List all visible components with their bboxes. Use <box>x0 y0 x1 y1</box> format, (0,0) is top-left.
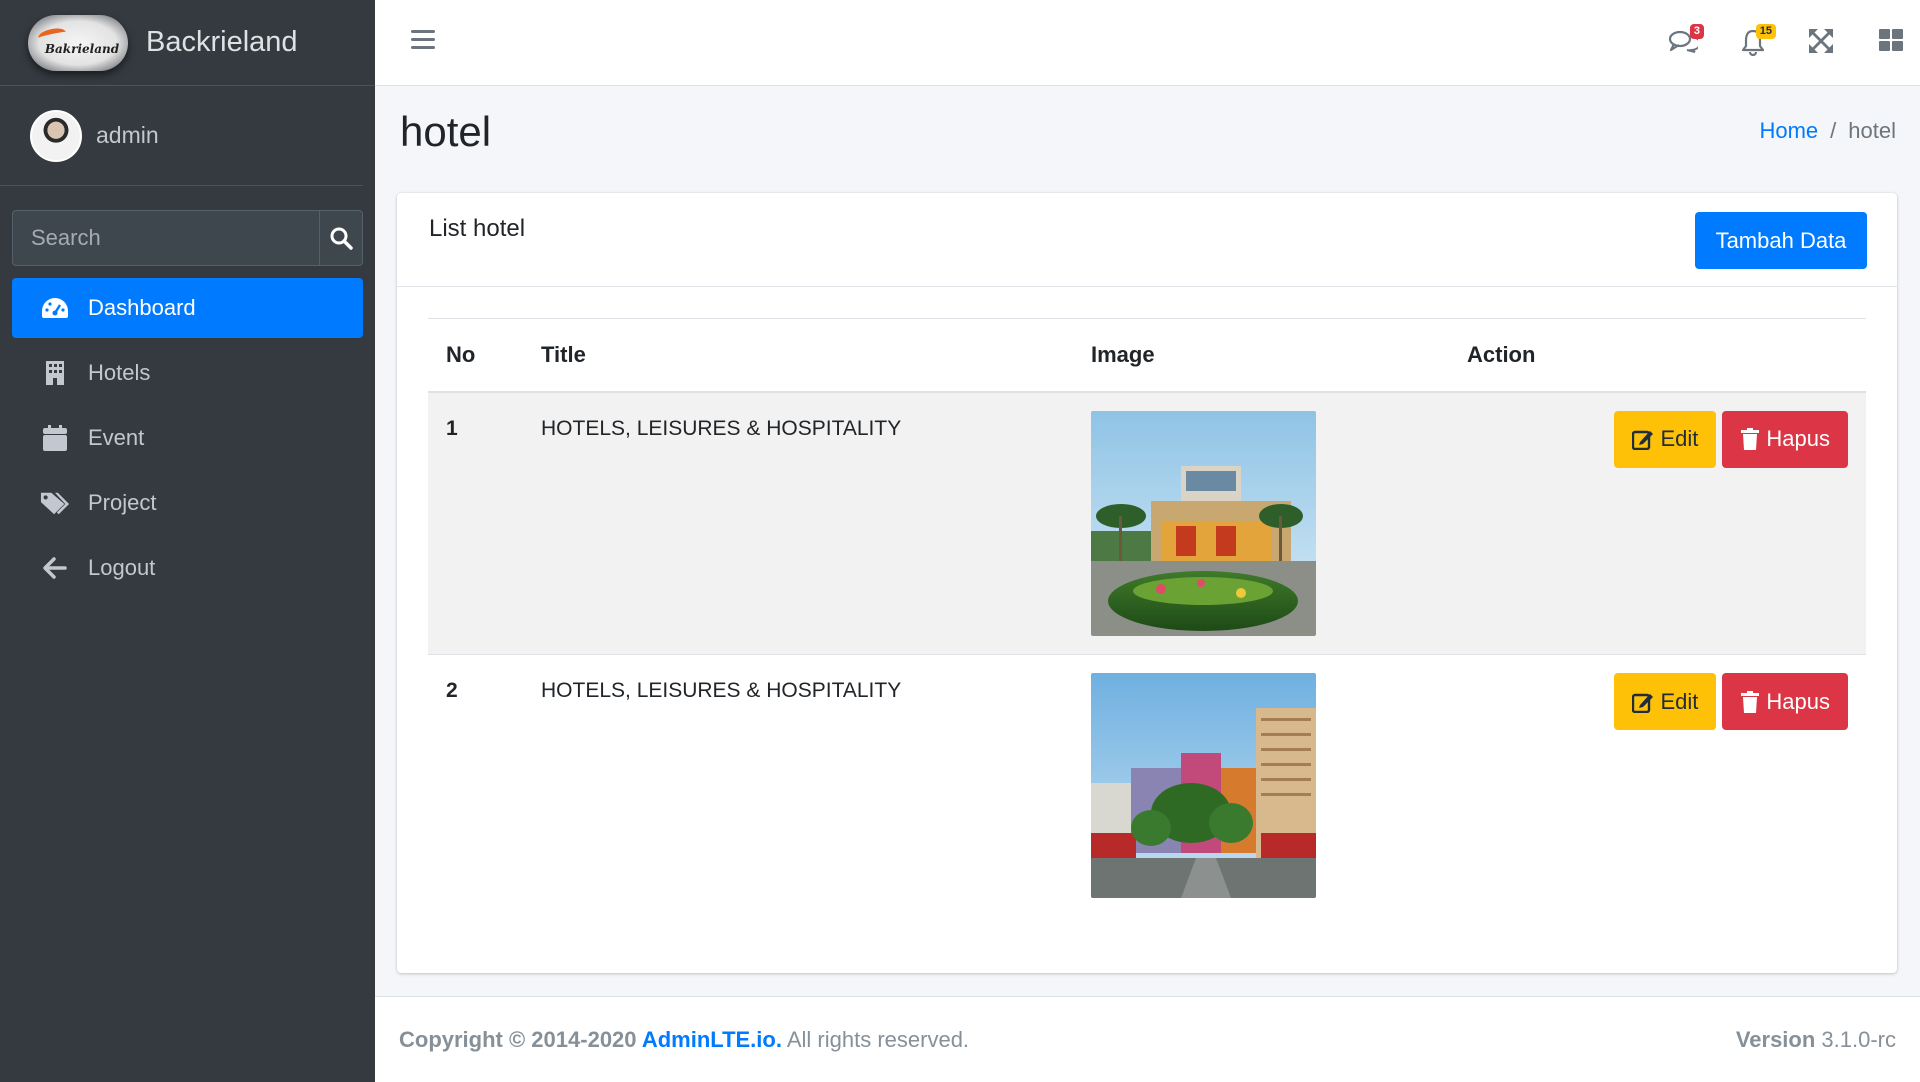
control-sidebar-button[interactable] <box>1878 28 1908 58</box>
notifications-badge: 15 <box>1755 24 1776 39</box>
table-row: 2 HOTELS, LEISURES & HOSPITALITY Edit Ha… <box>428 654 1866 918</box>
breadcrumb-current: hotel <box>1848 118 1896 143</box>
hotel-photo <box>1091 410 1316 636</box>
search-input[interactable] <box>12 210 319 266</box>
sidebar-item-logout[interactable]: Logout <box>12 538 363 598</box>
top-navbar: 3 15 <box>375 0 1920 86</box>
user-name[interactable]: admin <box>96 122 159 149</box>
column-header-image: Image <box>1073 318 1449 393</box>
delete-button[interactable]: Hapus <box>1722 673 1848 730</box>
messages-badge: 3 <box>1689 24 1704 39</box>
trash-icon <box>1741 690 1760 713</box>
table-row: 1 HOTELS, LEISURES & HOSPITALITY Edit Ha… <box>428 391 1866 655</box>
brand-logo: Bakrieland <box>28 14 128 71</box>
calendar-icon <box>40 423 70 453</box>
rights-text: All rights reserved. <box>781 1027 970 1052</box>
card-header: List hotel Tambah Data <box>397 193 1897 287</box>
tachometer-icon <box>40 293 70 323</box>
brand-link[interactable]: Bakrieland Backrieland <box>0 0 375 86</box>
brand-name: Backrieland <box>146 26 298 58</box>
edit-button[interactable]: Edit <box>1614 410 1717 468</box>
add-data-button[interactable]: Tambah Data <box>1695 212 1867 269</box>
fullscreen-button[interactable] <box>1808 28 1838 58</box>
sidebar-item-label: Hotels <box>88 360 151 385</box>
table-header-row: No Title Image Action <box>428 318 1866 393</box>
row-image-cell <box>1073 391 1449 655</box>
edit-label: Edit <box>1660 426 1699 451</box>
main-footer: Copyright © 2014-2020 AdminLTE.io. All r… <box>375 996 1920 1082</box>
row-number: 2 <box>428 654 523 918</box>
th-large-icon <box>1879 29 1903 51</box>
breadcrumb-home-link[interactable]: Home <box>1759 118 1818 144</box>
edit-label: Edit <box>1660 688 1699 714</box>
footer-version: Version 3.1.0-rc <box>1736 1027 1896 1053</box>
delete-label: Hapus <box>1766 426 1830 451</box>
sidebar-item-label: Event <box>88 425 145 450</box>
hotel-table: No Title Image Action 1 HOTELS, LEISURES… <box>428 318 1866 918</box>
arrow-left-icon <box>40 553 70 583</box>
sidebar-item-hotels[interactable]: Hotels <box>12 343 363 403</box>
footer-copyright: Copyright © 2014-2020 AdminLTE.io. All r… <box>399 1027 969 1053</box>
row-number: 1 <box>428 391 523 655</box>
sidebar-item-label: Dashboard <box>88 295 196 320</box>
column-header-no: No <box>428 318 523 393</box>
sidebar-item-label: Logout <box>88 555 156 580</box>
row-image-cell <box>1073 654 1449 918</box>
building-icon <box>40 358 70 388</box>
adminlte-link[interactable]: AdminLTE.io. <box>642 1027 782 1052</box>
delete-label: Hapus <box>1766 688 1830 714</box>
user-panel[interactable]: admin <box>0 86 363 186</box>
trash-icon <box>1741 428 1760 450</box>
sidebar-item-label: Project <box>88 490 157 515</box>
sidebar-search <box>12 210 363 266</box>
hotel-photo <box>1091 673 1316 898</box>
notifications-button[interactable]: 15 <box>1740 24 1776 58</box>
messages-button[interactable]: 3 <box>1668 24 1704 58</box>
sidebar-nav: Dashboard Hotels Event Project Logout <box>12 278 363 598</box>
edit-button[interactable]: Edit <box>1614 673 1717 730</box>
row-title: HOTELS, LEISURES & HOSPITALITY <box>523 391 1073 655</box>
breadcrumb: Home / hotel <box>1759 118 1896 144</box>
expand-arrows-icon <box>1809 29 1833 53</box>
edit-icon <box>1632 693 1654 713</box>
search-icon <box>330 227 353 250</box>
column-header-action: Action <box>1449 318 1866 393</box>
card-title: List hotel <box>429 215 526 242</box>
row-actions: Edit Hapus <box>1449 654 1866 918</box>
tags-icon <box>40 488 70 518</box>
edit-icon <box>1632 430 1654 450</box>
sidebar-item-project[interactable]: Project <box>12 473 363 533</box>
column-header-title: Title <box>523 318 1073 393</box>
menu-toggle-icon[interactable] <box>411 30 435 54</box>
version-label: Version <box>1735 1027 1816 1052</box>
delete-button[interactable]: Hapus <box>1722 410 1848 468</box>
version-number: 3.1.0-rc <box>1815 1027 1896 1052</box>
row-actions: Edit Hapus <box>1449 391 1866 655</box>
main-sidebar: Bakrieland Backrieland admin Dashboard H… <box>0 0 375 1082</box>
sidebar-item-event[interactable]: Event <box>12 408 363 468</box>
row-title: HOTELS, LEISURES & HOSPITALITY <box>523 654 1073 918</box>
avatar <box>30 109 82 162</box>
search-button[interactable] <box>319 210 363 266</box>
sidebar-item-dashboard[interactable]: Dashboard <box>12 278 363 338</box>
page-title: hotel <box>400 108 492 155</box>
hotel-list-card: List hotel Tambah Data No Title Image Ac… <box>397 193 1897 973</box>
copyright-text: Copyright © 2014-2020 <box>399 1027 642 1052</box>
breadcrumb-separator: / <box>1830 118 1837 143</box>
